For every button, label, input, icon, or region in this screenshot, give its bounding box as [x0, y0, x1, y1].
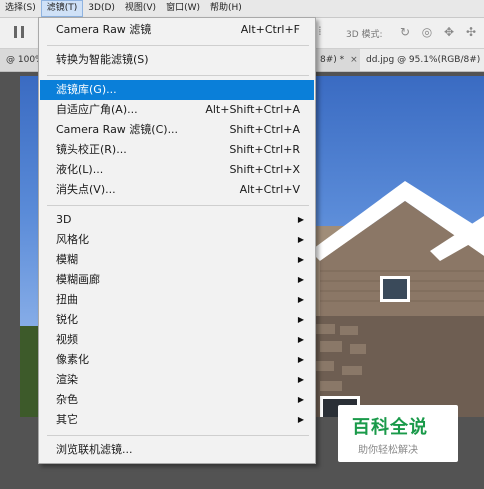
menu-item-adaptive-wide-angle[interactable]: 自适应广角(A)... Alt+Shift+Ctrl+A	[40, 100, 314, 120]
menu-item-noise[interactable]: 杂色 ▶	[40, 390, 314, 410]
watermark-logo: 百科全说 助你轻松解决	[338, 405, 458, 462]
menu-item-other[interactable]: 其它 ▶	[40, 410, 314, 430]
submenu-arrow-icon: ▶	[297, 375, 304, 384]
submenu-arrow-icon: ▶	[297, 415, 304, 424]
menu-item-shortcut: Alt+Shift+Ctrl+A	[205, 103, 300, 116]
menu-item-shortcut: Shift+Ctrl+A	[229, 123, 300, 136]
menu-item-label: 像素化	[56, 353, 89, 366]
submenu-arrow-icon: ▶	[297, 215, 304, 224]
menu-item-label: 视频	[56, 333, 78, 346]
menu-item-blur-gallery[interactable]: 模糊画廊 ▶	[40, 270, 314, 290]
filter-menu: Camera Raw 滤镜 Alt+Ctrl+F 转换为智能滤镜(S) 滤镜库(…	[38, 17, 316, 464]
menu-item-label: 自适应广角(A)...	[56, 103, 138, 116]
tool-preset-icon[interactable]	[14, 26, 24, 38]
menu-item-label: 渲染	[56, 373, 78, 386]
submenu-arrow-icon: ▶	[297, 255, 304, 264]
menu-item-label: 转换为智能滤镜(S)	[56, 53, 149, 66]
menu-item-label: 消失点(V)...	[56, 183, 116, 196]
menu-item-distort[interactable]: 扭曲 ▶	[40, 290, 314, 310]
menu-filter[interactable]: 滤镜(T)	[40, 0, 84, 17]
submenu-arrow-icon: ▶	[297, 315, 304, 324]
menu-item-convert-smart-filter[interactable]: 转换为智能滤镜(S)	[40, 50, 314, 70]
menu-item-label: 滤镜库(G)...	[56, 83, 117, 96]
menu-item-label: 其它	[56, 413, 78, 426]
menu-item-lens-correction[interactable]: 镜头校正(R)... Shift+Ctrl+R	[40, 140, 314, 160]
menu-item-camera-raw[interactable]: Camera Raw 滤镜(C)... Shift+Ctrl+A	[40, 120, 314, 140]
menu-item-label: 杂色	[56, 393, 78, 406]
menu-divider	[47, 435, 309, 436]
submenu-arrow-icon: ▶	[297, 295, 304, 304]
tab-label: 8#) *	[320, 55, 345, 65]
divider-icon: ⁞	[318, 24, 322, 38]
tab-dd-jpg[interactable]: dd.jpg @ 95.1%(RGB/8#)	[360, 49, 484, 71]
tab-document-2[interactable]: 8#) * ×	[314, 49, 364, 71]
menu-item-camera-raw-last[interactable]: Camera Raw 滤镜 Alt+Ctrl+F	[40, 20, 314, 40]
3d-mode-label: 3D 模式:	[346, 30, 383, 40]
menu-item-vanishing-point[interactable]: 消失点(V)... Alt+Ctrl+V	[40, 180, 314, 200]
menu-item-label: 扭曲	[56, 293, 78, 306]
menu-item-video[interactable]: 视频 ▶	[40, 330, 314, 350]
menu-item-label: 镜头校正(R)...	[56, 143, 127, 156]
menu-item-label: 3D	[56, 213, 72, 226]
pan-3d-icon[interactable]: ✥	[442, 25, 456, 39]
rotate-3d-icon[interactable]: ↻	[398, 25, 412, 39]
menu-item-label: 模糊画廊	[56, 273, 100, 286]
menu-view[interactable]: 视图(V)	[120, 0, 161, 17]
menu-3d[interactable]: 3D(D)	[83, 0, 120, 17]
menu-item-shortcut: Alt+Ctrl+F	[240, 23, 300, 36]
menu-divider	[47, 45, 309, 46]
watermark-subtitle: 助你轻松解决	[358, 445, 418, 456]
menu-select[interactable]: 选择(S)	[0, 0, 41, 17]
menu-item-label: 风格化	[56, 233, 89, 246]
menu-divider	[47, 75, 309, 76]
menu-divider	[47, 205, 309, 206]
menu-item-pixelate[interactable]: 像素化 ▶	[40, 350, 314, 370]
menu-help[interactable]: 帮助(H)	[205, 0, 247, 17]
slide-3d-icon[interactable]: ✣	[464, 25, 478, 39]
menu-item-shortcut: Shift+Ctrl+R	[229, 143, 300, 156]
watermark-title: 百科全说	[352, 417, 428, 438]
submenu-arrow-icon: ▶	[297, 355, 304, 364]
menu-window[interactable]: 窗口(W)	[161, 0, 205, 17]
menu-item-blur[interactable]: 模糊 ▶	[40, 250, 314, 270]
submenu-arrow-icon: ▶	[297, 275, 304, 284]
menu-item-label: Camera Raw 滤镜	[56, 23, 152, 36]
menu-item-label: Camera Raw 滤镜(C)...	[56, 123, 179, 136]
menu-item-render[interactable]: 渲染 ▶	[40, 370, 314, 390]
close-icon[interactable]: ×	[350, 55, 358, 65]
menu-item-shortcut: Alt+Ctrl+V	[239, 183, 300, 196]
menu-bar: 选择(S) 滤镜(T) 3D(D) 视图(V) 窗口(W) 帮助(H)	[0, 0, 484, 18]
submenu-arrow-icon: ▶	[297, 235, 304, 244]
roll-3d-icon[interactable]: ◎	[420, 25, 434, 39]
menu-item-filter-gallery[interactable]: 滤镜库(G)...	[40, 80, 314, 100]
menu-item-label: 液化(L)...	[56, 163, 104, 176]
menu-item-sharpen[interactable]: 锐化 ▶	[40, 310, 314, 330]
submenu-arrow-icon: ▶	[297, 395, 304, 404]
menu-item-label: 锐化	[56, 313, 78, 326]
submenu-arrow-icon: ▶	[297, 335, 304, 344]
menu-item-label: 浏览联机滤镜...	[56, 443, 133, 456]
menu-item-shortcut: Shift+Ctrl+X	[229, 163, 300, 176]
menu-item-stylize[interactable]: 风格化 ▶	[40, 230, 314, 250]
menu-item-label: 模糊	[56, 253, 78, 266]
menu-item-browse-online-filters[interactable]: 浏览联机滤镜...	[40, 440, 314, 460]
menu-item-3d[interactable]: 3D ▶	[40, 210, 314, 230]
menu-item-liquify[interactable]: 液化(L)... Shift+Ctrl+X	[40, 160, 314, 180]
tab-label: dd.jpg @ 95.1%(RGB/8#)	[366, 55, 481, 65]
